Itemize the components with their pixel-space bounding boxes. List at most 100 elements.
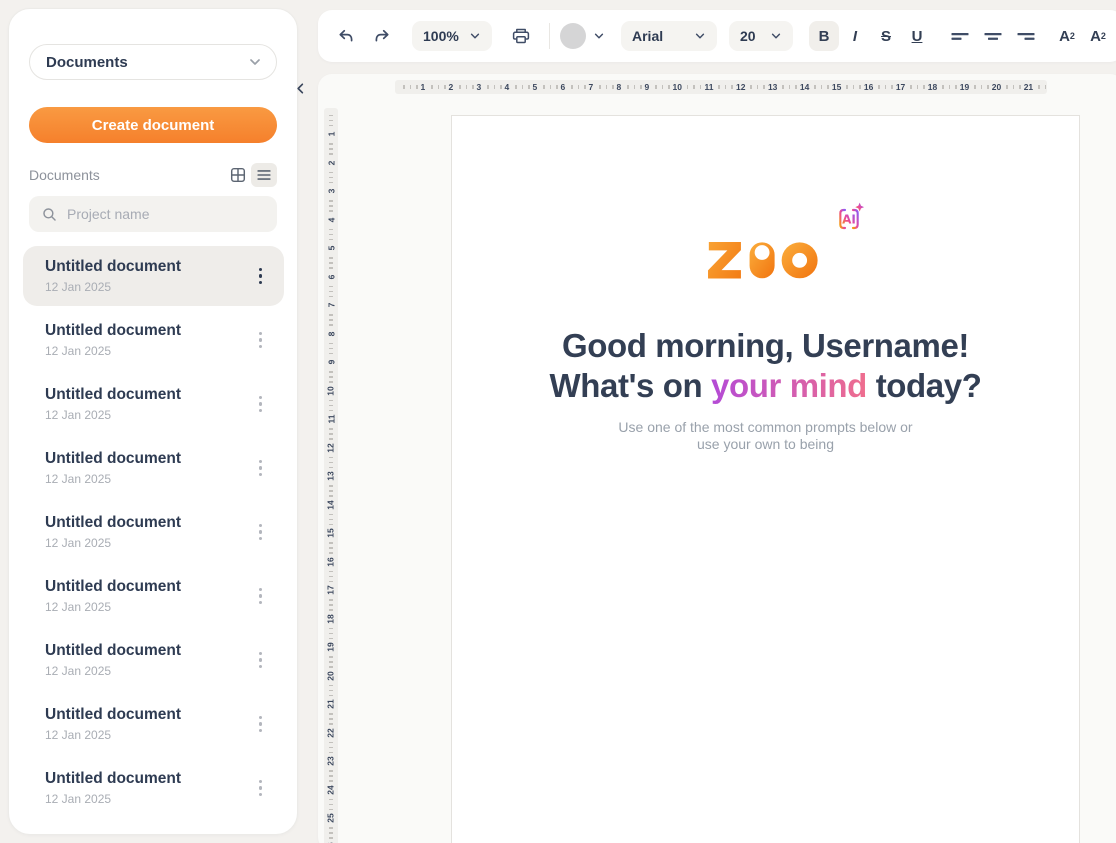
ruler-unit: 11 — [682, 80, 714, 94]
list-item[interactable]: Untitled document 12 Jan 2025 — [23, 310, 284, 370]
create-document-button[interactable]: Create document — [29, 107, 277, 143]
greeting-line2: What's on your mind today? — [452, 366, 1079, 406]
align-right-icon[interactable] — [1010, 20, 1042, 52]
app-root: { "sidebar": { "workspace_selector": { "… — [0, 0, 1116, 843]
document-title: Untitled document — [45, 322, 181, 340]
document-date: 12 Jan 2025 — [45, 408, 181, 422]
undo-icon[interactable] — [330, 20, 362, 52]
ruler-unit: 21 — [324, 681, 338, 710]
document-title: Untitled document — [45, 770, 181, 788]
search-input[interactable] — [67, 206, 265, 222]
ruler-unit: 18 — [905, 80, 937, 94]
list-view-icon[interactable] — [251, 163, 277, 187]
logo-z-glyph: z — [705, 216, 744, 294]
bold-button[interactable]: B — [809, 21, 839, 51]
text-color-picker[interactable] — [560, 23, 605, 49]
ruler-unit: 8 — [324, 311, 338, 340]
document-canvas[interactable]: z AI — [451, 115, 1080, 843]
ruler-unit: 7 — [566, 80, 594, 94]
ruler-unit: 13 — [745, 80, 777, 94]
font-family-dropdown[interactable]: Arial — [621, 21, 717, 51]
superscript-exp: 2 — [1070, 31, 1075, 41]
ruler-unit: 10 — [650, 80, 682, 94]
kebab-menu-icon[interactable] — [255, 648, 267, 673]
greeting-line2-prefix: What's on — [550, 367, 712, 404]
align-left-icon[interactable] — [944, 20, 976, 52]
documents-section-title: Documents — [29, 167, 225, 183]
subscript-button[interactable]: A2 — [1083, 21, 1113, 51]
ruler-unit: 4 — [324, 197, 338, 226]
kebab-menu-icon[interactable] — [255, 264, 267, 289]
chevron-down-icon — [593, 30, 605, 42]
ruler-unit: 17 — [873, 80, 905, 94]
ruler-unit: 5 — [324, 225, 338, 254]
document-info: Untitled document 12 Jan 2025 — [45, 450, 181, 486]
subtitle-line1: Use one of the most common prompts below… — [452, 419, 1079, 436]
align-center-icon[interactable] — [977, 20, 1009, 52]
list-item[interactable]: Untitled document 12 Jan 2025 — [23, 630, 284, 690]
strikethrough-button[interactable]: S — [871, 21, 901, 51]
document-info: Untitled document 12 Jan 2025 — [45, 770, 181, 806]
ruler-unit: 3 — [324, 168, 338, 197]
color-swatch — [560, 23, 586, 49]
ruler-unit: 15 — [809, 80, 841, 94]
document-date: 12 Jan 2025 — [45, 664, 181, 678]
document-title: Untitled document — [45, 258, 181, 276]
greeting-highlight: your mind — [711, 367, 867, 404]
ruler-unit: 12 — [713, 80, 745, 94]
document-title: Untitled document — [45, 386, 181, 404]
document-date: 12 Jan 2025 — [45, 728, 181, 742]
document-date: 12 Jan 2025 — [45, 280, 181, 294]
list-item[interactable]: Untitled document 12 Jan 2025 — [23, 374, 284, 434]
kebab-menu-icon[interactable] — [255, 584, 267, 609]
chevron-down-icon — [248, 55, 262, 69]
horizontal-ruler: 1234567891011121314151617181920212223 — [395, 80, 1047, 94]
ruler-unit: 17 — [324, 567, 338, 596]
ruler-unit: 16 — [324, 539, 338, 568]
ruler-unit: 19 — [937, 80, 969, 94]
kebab-menu-icon[interactable] — [255, 776, 267, 801]
ruler-unit: 2 — [426, 80, 454, 94]
font-size-dropdown[interactable]: 20 — [729, 21, 793, 51]
document-list: Untitled document 12 Jan 2025 Untitled d… — [23, 246, 284, 830]
ruler-unit: 22 — [1033, 80, 1047, 94]
document-info: Untitled document 12 Jan 2025 — [45, 322, 181, 358]
search-box — [29, 196, 277, 232]
italic-button[interactable]: I — [840, 21, 870, 51]
document-info: Untitled document 12 Jan 2025 — [45, 258, 181, 294]
sidebar-collapse-icon[interactable] — [290, 76, 310, 100]
zoom-level-dropdown[interactable]: 100% — [412, 21, 492, 51]
ruler-unit: 14 — [324, 482, 338, 511]
ai-badge-icon: AI — [833, 202, 865, 239]
workspace-selector-label: Documents — [46, 54, 128, 71]
ruler-unit: 2 — [324, 140, 338, 169]
underline-button[interactable]: U — [902, 21, 932, 51]
ruler-unit: 1 — [324, 111, 338, 140]
document-info: Untitled document 12 Jan 2025 — [45, 706, 181, 742]
redo-icon[interactable] — [366, 20, 398, 52]
chevron-down-icon — [770, 30, 782, 42]
kebab-menu-icon[interactable] — [255, 456, 267, 481]
kebab-menu-icon[interactable] — [255, 392, 267, 417]
grid-view-icon[interactable] — [225, 163, 251, 187]
ruler-unit: 16 — [841, 80, 873, 94]
list-item[interactable]: Untitled document 12 Jan 2025 — [23, 438, 284, 498]
ruler-unit: 9 — [622, 80, 650, 94]
workspace-selector-dropdown[interactable]: Documents — [29, 44, 277, 80]
list-item[interactable]: Untitled document 12 Jan 2025 — [23, 502, 284, 562]
document-info: Untitled document 12 Jan 2025 — [45, 642, 181, 678]
list-item[interactable]: Untitled document 12 Jan 2025 — [23, 246, 284, 306]
kebab-menu-icon[interactable] — [255, 712, 267, 737]
list-item[interactable]: Untitled document 12 Jan 2025 — [23, 758, 284, 818]
print-icon[interactable] — [505, 20, 537, 52]
list-item[interactable]: Untitled document 12 Jan 2025 — [23, 566, 284, 626]
font-size-value: 20 — [740, 28, 756, 44]
ruler-unit: 5 — [510, 80, 538, 94]
ruler-unit: 13 — [324, 453, 338, 482]
kebab-menu-icon[interactable] — [255, 520, 267, 545]
kebab-menu-icon[interactable] — [255, 328, 267, 353]
document-title: Untitled document — [45, 578, 181, 596]
list-item[interactable]: Untitled document 12 Jan 2025 — [23, 694, 284, 754]
superscript-button[interactable]: A2 — [1052, 21, 1082, 51]
ai-badge-label: AI — [842, 213, 856, 227]
